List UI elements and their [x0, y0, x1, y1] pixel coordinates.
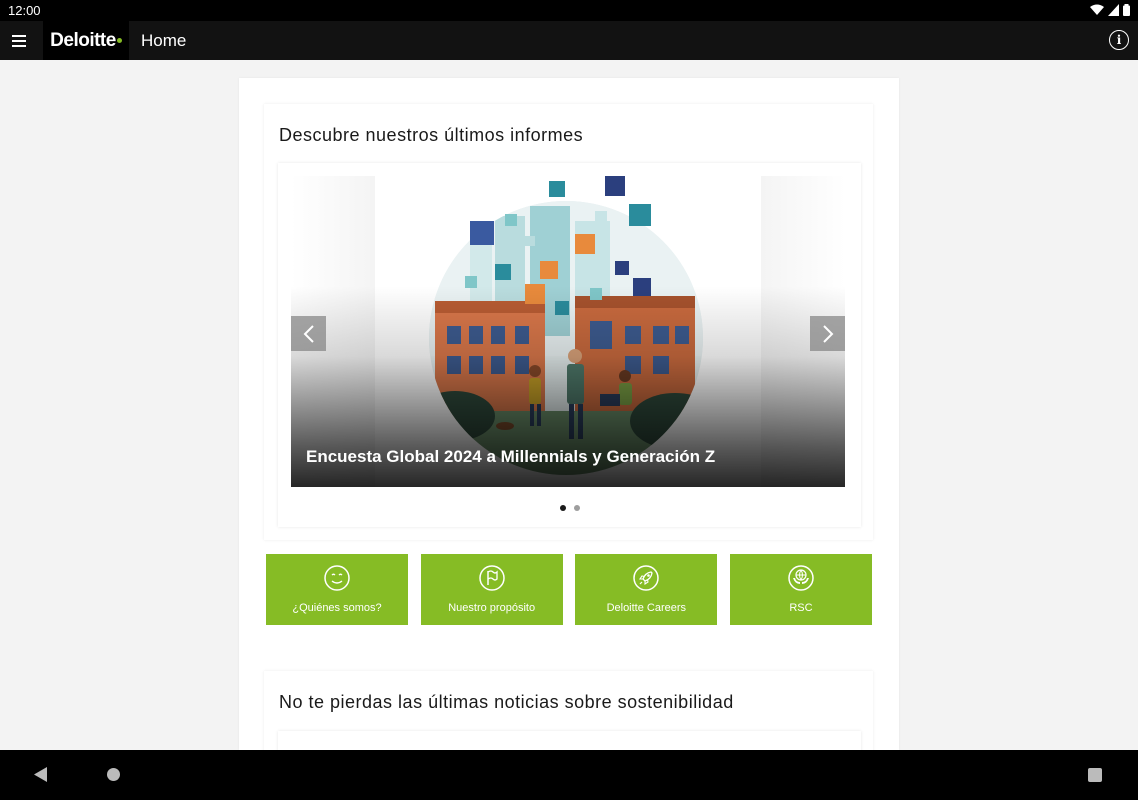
carousel-next-button[interactable]	[810, 316, 845, 351]
smile-icon	[324, 565, 350, 591]
info-icon[interactable]: i	[1109, 30, 1129, 50]
battery-icon	[1123, 4, 1130, 16]
pagination-dot-2[interactable]	[573, 505, 580, 511]
app-bar: Deloitte Home i	[0, 21, 1138, 60]
content-panel: Descubre nuestros últimos informes Encue…	[239, 78, 899, 761]
reports-carousel[interactable]: Encuesta Global 2024 a Millennials y Gen…	[278, 163, 861, 527]
carousel-prev-button[interactable]	[291, 316, 326, 351]
recent-apps-icon[interactable]	[1088, 768, 1102, 782]
carousel-viewport: Encuesta Global 2024 a Millennials y Gen…	[291, 176, 845, 487]
tile-rsc[interactable]: RSC	[729, 554, 872, 625]
page-title: Home	[141, 31, 187, 50]
quick-links: ¿Quiénes somos? Nuestro propósito Deloit…	[266, 554, 872, 625]
chevron-right-icon	[822, 324, 833, 343]
status-time: 12:00	[8, 3, 41, 18]
back-icon[interactable]	[34, 767, 48, 782]
tile-quienes-somos[interactable]: ¿Quiénes somos?	[266, 554, 408, 625]
deloitte-logo: Deloitte	[43, 21, 129, 60]
news-card: No te pierdas las últimas noticias sobre…	[264, 671, 873, 761]
tile-label: ¿Quiénes somos?	[292, 602, 382, 614]
home-icon[interactable]	[107, 768, 120, 781]
logo-dot	[116, 38, 122, 43]
signal-icon	[1108, 4, 1119, 16]
status-bar: 12:00	[0, 0, 1138, 21]
reports-section-title: Descubre nuestros últimos informes	[279, 125, 584, 145]
pagination-dot-1[interactable]	[559, 505, 566, 511]
news-section-title: No te pierdas las últimas noticias sobre…	[279, 692, 734, 712]
globe-hands-icon	[788, 565, 814, 591]
reports-card: Descubre nuestros últimos informes Encue…	[264, 104, 873, 540]
logo-text: Deloitte	[50, 29, 116, 51]
chevron-left-icon	[303, 324, 314, 343]
wifi-icon	[1090, 4, 1104, 15]
tile-label: Deloitte Careers	[606, 602, 687, 614]
carousel-pagination	[278, 505, 861, 511]
menu-icon[interactable]	[8, 30, 30, 52]
slide-caption[interactable]: Encuesta Global 2024 a Millennials y Gen…	[306, 447, 715, 467]
tile-label: RSC	[789, 602, 813, 614]
tile-label: Nuestro propósito	[448, 602, 536, 614]
tile-nuestro-proposito[interactable]: Nuestro propósito	[420, 554, 563, 625]
status-icons	[1090, 3, 1130, 17]
system-nav-bar	[0, 750, 1138, 800]
rocket-icon	[633, 565, 660, 591]
flag-icon	[478, 565, 505, 591]
tile-deloitte-careers[interactable]: Deloitte Careers	[575, 554, 718, 625]
